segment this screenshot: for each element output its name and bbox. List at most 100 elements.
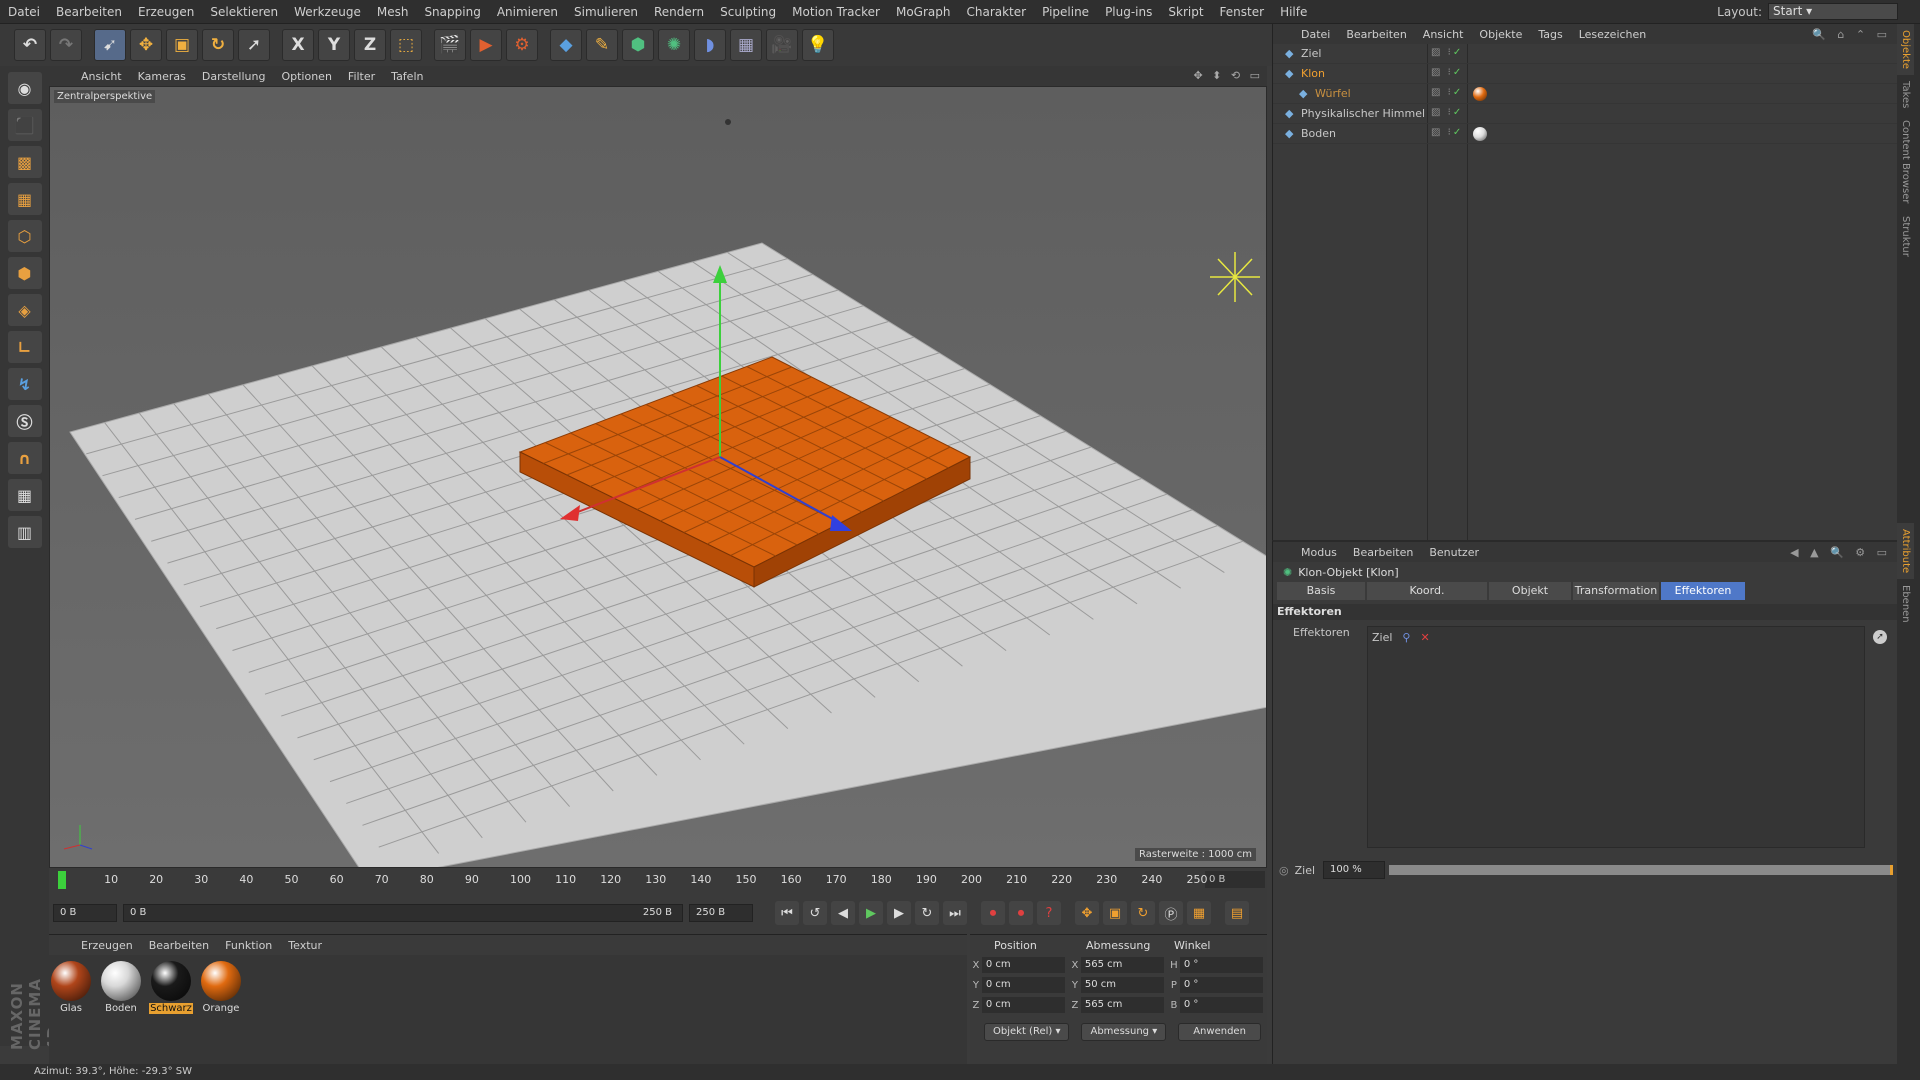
layout-dropdown[interactable]: Start ▾ [1768, 3, 1898, 20]
undo-icon[interactable]: ↶ [14, 29, 46, 61]
spline-pen-icon[interactable]: ✎ [586, 29, 618, 61]
viewport-nav-icons[interactable]: ✥ ⬍ ⟲ ▭ [1193, 69, 1263, 82]
edges-mode-icon[interactable]: ⬢ [7, 257, 42, 289]
end-frame-field[interactable]: 250 B [689, 904, 753, 922]
grid-snap-icon[interactable]: ▥ [7, 516, 42, 548]
remove-icon[interactable]: ✕ [1420, 631, 1429, 644]
render-view-icon[interactable]: 🎬 [434, 29, 466, 61]
redo-icon[interactable]: ↷ [50, 29, 82, 61]
tab-transformation[interactable]: Transformation [1573, 582, 1659, 600]
current-frame-field[interactable]: 0 B [1205, 871, 1265, 888]
side-tab[interactable]: Objekte [1897, 24, 1914, 76]
material-item[interactable]: Boden [99, 961, 143, 1014]
menu-item-11[interactable]: Motion Tracker [784, 5, 888, 19]
coord-size[interactable]: 565 cm [1080, 957, 1164, 973]
go-to-end-icon[interactable]: ⏭ [943, 901, 967, 925]
menu-item-10[interactable]: Sculpting [712, 5, 784, 19]
strength-slider[interactable] [1388, 865, 1893, 875]
snap-icon[interactable]: Ⓢ [7, 405, 42, 437]
prev-frame-icon[interactable]: ◀ [831, 901, 855, 925]
go-to-start-icon[interactable]: ⏮ [775, 901, 799, 925]
tab-koord[interactable]: Koord. [1367, 582, 1487, 600]
material-menu-item[interactable]: Textur [280, 939, 330, 952]
object-mode-icon[interactable]: ⬛ [7, 109, 42, 141]
attribute-menu-item[interactable]: Modus [1293, 546, 1345, 559]
material-menu-item[interactable]: Bearbeiten [141, 939, 217, 952]
coordinate-mode-dropdown[interactable]: Objekt (Rel) ▾ [984, 1023, 1070, 1041]
target-null-point[interactable] [725, 119, 731, 125]
attribute-menu-item[interactable]: Benutzer [1421, 546, 1487, 559]
attribute-menu-item[interactable]: Bearbeiten [1345, 546, 1421, 559]
tab-effektoren[interactable]: Effektoren [1661, 582, 1745, 600]
deformer-icon[interactable]: ◗ [694, 29, 726, 61]
points-mode-icon[interactable]: ⬡ [7, 220, 42, 252]
side-tab[interactable]: Attribute [1897, 522, 1914, 579]
selection-icon[interactable]: ➚ [238, 29, 270, 61]
effector-item-label[interactable]: Ziel [1372, 631, 1392, 644]
menu-item-4[interactable]: Werkzeuge [286, 5, 369, 19]
side-tab[interactable]: Content Browser [1897, 114, 1914, 209]
viewport-menu-item[interactable]: Kameras [130, 70, 194, 83]
render-settings-icon[interactable]: ⚙ [506, 29, 538, 61]
menu-item-0[interactable]: Datei [0, 5, 48, 19]
object-menu-item[interactable]: Datei [1293, 28, 1338, 41]
material-preview[interactable] [201, 961, 241, 1001]
model-mode-icon[interactable]: ◉ [7, 72, 42, 104]
coord-size[interactable]: 50 cm [1080, 977, 1164, 993]
scale-key-icon[interactable]: ▣ [1103, 901, 1127, 925]
material-item[interactable]: Orange [199, 961, 243, 1014]
coord-pos[interactable]: 0 cm [981, 957, 1065, 973]
object-menu-item[interactable]: Objekte [1471, 28, 1530, 41]
cloner-icon[interactable]: ✺ [658, 29, 690, 61]
material-tag[interactable] [1473, 87, 1487, 101]
material-menu-item[interactable]: Erzeugen [73, 939, 141, 952]
menu-item-3[interactable]: Selektieren [202, 5, 286, 19]
playhead[interactable] [58, 871, 66, 889]
live-select-icon[interactable]: ➹ [94, 29, 126, 61]
viewport-menu-item[interactable]: Tafeln [383, 70, 431, 83]
viewport-menu-item[interactable]: Ansicht [73, 70, 130, 83]
object-row[interactable]: ◆ Würfel ▨ ⁝✓ [1273, 84, 1897, 104]
move-icon[interactable]: ✥ [130, 29, 162, 61]
object-menu-item[interactable]: Ansicht [1415, 28, 1472, 41]
x-axis-icon[interactable]: X [282, 29, 314, 61]
material-item[interactable]: Schwarz [149, 961, 193, 1014]
coord-pos[interactable]: 0 cm [981, 977, 1065, 993]
strength-slider-handle[interactable] [1890, 865, 1893, 875]
menu-item-6[interactable]: Snapping [416, 5, 488, 19]
viewport-menu-item[interactable]: Filter [340, 70, 383, 83]
menu-item-1[interactable]: Bearbeiten [48, 5, 130, 19]
rotate-icon[interactable]: ↻ [202, 29, 234, 61]
z-axis-icon[interactable]: Z [354, 29, 386, 61]
object-manager-tools-icon[interactable]: 🔍 ⌂ ⌃ ▭ [1812, 28, 1891, 41]
menu-item-15[interactable]: Plug-ins [1097, 5, 1160, 19]
material-preview[interactable] [51, 961, 91, 1001]
object-row[interactable]: ◆ Ziel ▨ ⁝✓ [1273, 44, 1897, 64]
menu-item-9[interactable]: Rendern [646, 5, 712, 19]
coord-size[interactable]: 565 cm [1080, 997, 1164, 1013]
scale-icon[interactable]: ▣ [166, 29, 198, 61]
attribute-nav-icons[interactable]: ◀ ▲ 🔍 ⚙ ▭ [1790, 546, 1891, 559]
menu-item-18[interactable]: Hilfe [1272, 5, 1315, 19]
coord-rot[interactable]: 0 ° [1179, 977, 1263, 993]
visibility-flags[interactable]: ▨ ⁝✓ [1431, 107, 1463, 118]
material-tag[interactable] [1473, 127, 1487, 141]
material-item[interactable]: Glas [49, 961, 93, 1014]
position-key-icon[interactable]: ✥ [1075, 901, 1099, 925]
sun-light-icon[interactable] [1210, 252, 1260, 302]
coord-rot[interactable]: 0 ° [1179, 997, 1263, 1013]
viewport-menu-item[interactable]: Optionen [273, 70, 339, 83]
side-tab[interactable]: Struktur [1897, 210, 1914, 263]
subdivision-icon[interactable]: ⬢ [622, 29, 654, 61]
material-menu-item[interactable]: Funktion [217, 939, 280, 952]
menu-item-14[interactable]: Pipeline [1034, 5, 1097, 19]
radio-icon[interactable]: ◎ [1279, 864, 1289, 877]
menu-item-5[interactable]: Mesh [369, 5, 417, 19]
parameter-key-icon[interactable]: Ⓟ [1159, 901, 1183, 925]
visibility-flags[interactable]: ▨ ⁝✓ [1431, 87, 1463, 98]
coordinate-system-icon[interactable]: ⬚ [390, 29, 422, 61]
y-axis-icon[interactable]: Y [318, 29, 350, 61]
timeline-ruler[interactable]: 0 B 010203040506070809010011012013014015… [49, 868, 1267, 892]
menu-item-7[interactable]: Animieren [489, 5, 566, 19]
record-icon[interactable]: ⏺ [981, 901, 1005, 925]
